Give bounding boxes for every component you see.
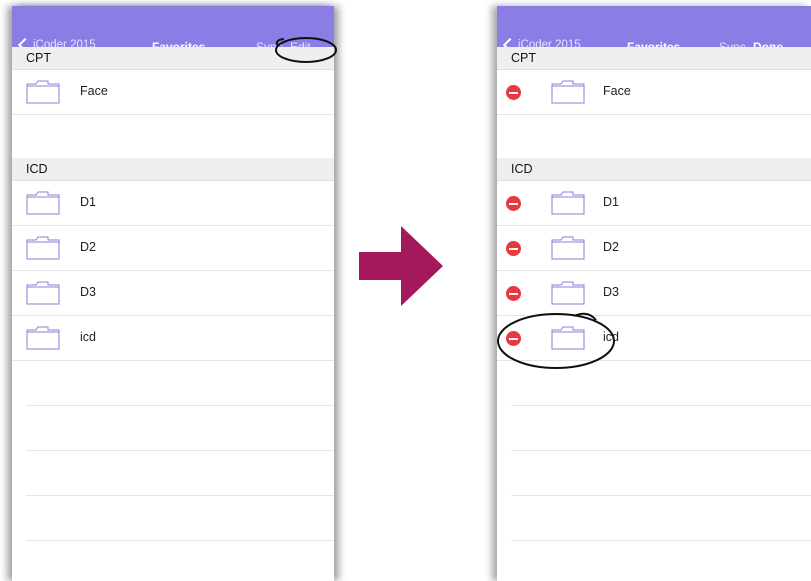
arrow-right-icon xyxy=(359,226,443,306)
divider xyxy=(26,540,334,541)
folder-icon xyxy=(26,281,60,305)
divider xyxy=(511,540,811,541)
delete-icon[interactable] xyxy=(506,85,521,100)
folder-icon xyxy=(551,326,585,350)
section-header-icd: ICD xyxy=(12,158,334,181)
divider xyxy=(26,495,334,496)
list-item[interactable]: D1 xyxy=(12,181,334,226)
divider xyxy=(511,450,811,451)
folder-icon xyxy=(26,236,60,260)
list-item[interactable]: D3 xyxy=(497,271,811,316)
item-label: icd xyxy=(80,330,96,344)
section-header-cpt: CPT xyxy=(12,47,334,70)
delete-icon[interactable] xyxy=(506,286,521,301)
item-label: D3 xyxy=(80,285,96,299)
delete-icon[interactable] xyxy=(506,241,521,256)
folder-icon xyxy=(551,281,585,305)
folder-icon xyxy=(551,80,585,104)
list-item[interactable]: Face xyxy=(12,70,334,115)
right-screen: iCoder 2015 Favorites Sync Done CPT Face… xyxy=(497,6,811,581)
folder-icon xyxy=(551,236,585,260)
item-label: Face xyxy=(80,84,108,98)
divider xyxy=(26,405,334,406)
folder-icon xyxy=(26,80,60,104)
divider xyxy=(511,405,811,406)
divider xyxy=(26,450,334,451)
list-item[interactable]: D1 xyxy=(497,181,811,226)
delete-icon[interactable] xyxy=(506,196,521,211)
list-item[interactable]: D3 xyxy=(12,271,334,316)
item-label: D1 xyxy=(603,195,619,209)
item-label: D2 xyxy=(603,240,619,254)
divider xyxy=(511,495,811,496)
list-item[interactable]: icd xyxy=(497,316,811,361)
item-label: icd xyxy=(603,330,619,344)
item-label: Face xyxy=(603,84,631,98)
folder-icon xyxy=(551,191,585,215)
list-item[interactable]: icd xyxy=(12,316,334,361)
section-header-cpt: CPT xyxy=(497,47,811,70)
list-item[interactable]: Face xyxy=(497,70,811,115)
delete-icon[interactable] xyxy=(506,331,521,346)
item-label: D1 xyxy=(80,195,96,209)
folder-icon xyxy=(26,326,60,350)
list-item[interactable]: D2 xyxy=(497,226,811,271)
item-label: D2 xyxy=(80,240,96,254)
folder-icon xyxy=(26,191,60,215)
list-item[interactable]: D2 xyxy=(12,226,334,271)
section-header-icd: ICD xyxy=(497,158,811,181)
left-screen: iCoder 2015 Favorites Sync Edit CPT Face… xyxy=(12,6,334,581)
item-label: D3 xyxy=(603,285,619,299)
